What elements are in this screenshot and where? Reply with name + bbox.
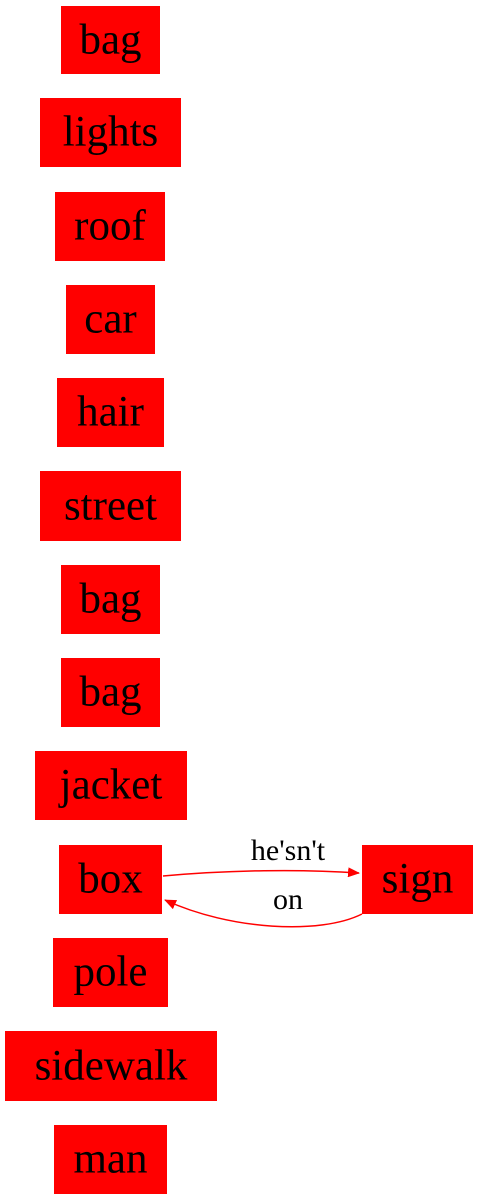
node-label: roof — [74, 203, 146, 250]
node-label: lights — [63, 109, 159, 156]
node-label: street — [64, 483, 157, 530]
node-label: bag — [79, 669, 141, 716]
node-label: sign — [382, 856, 454, 903]
node-man: man — [54, 1125, 167, 1194]
node-label: car — [84, 296, 137, 343]
node-label: bag — [79, 17, 141, 64]
node-bag: bag — [61, 565, 160, 634]
node-jacket: jacket — [35, 751, 187, 820]
edge-label: on — [273, 883, 303, 916]
node-car: car — [66, 285, 155, 354]
node-pole: pole — [53, 938, 168, 1007]
node-label: hair — [77, 389, 144, 436]
graph-diagram: he'sn't on bag lights roof car hair stre… — [5, 6, 473, 1194]
node-label: bag — [79, 576, 141, 623]
edge-label: he'sn't — [251, 834, 326, 867]
node-sidewalk: sidewalk — [5, 1031, 217, 1101]
node-label: pole — [73, 949, 147, 996]
node-bag: bag — [61, 6, 160, 74]
edge-box-to-sign: he'sn't — [162, 834, 360, 878]
edge-line — [164, 899, 363, 928]
node-hair: hair — [57, 378, 164, 447]
node-sign: sign — [362, 845, 473, 914]
node-street: street — [40, 471, 181, 541]
node-roof: roof — [55, 192, 165, 261]
node-label: jacket — [58, 762, 163, 809]
node-label: man — [73, 1136, 147, 1183]
node-label: sidewalk — [35, 1043, 188, 1090]
node-lights: lights — [40, 98, 181, 167]
edge-line — [162, 867, 360, 878]
node-label: box — [78, 856, 143, 903]
node-box: box — [59, 845, 162, 914]
edge-sign-to-box: on — [164, 883, 363, 928]
node-bag: bag — [61, 658, 160, 727]
